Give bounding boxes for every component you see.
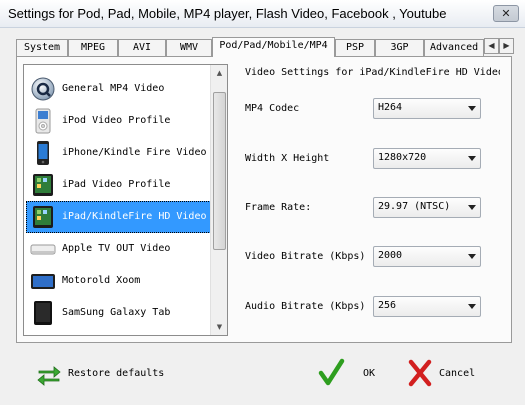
tab-system[interactable]: System	[16, 39, 68, 57]
window-title: Settings for Pod, Pad, Mobile, MP4 playe…	[8, 6, 447, 21]
chevron-right-icon: ▶	[503, 41, 510, 50]
audio-bitrate-label: Audio Bitrate (Kbps)	[245, 301, 366, 312]
chevron-down-icon	[468, 205, 476, 210]
tab-label: System	[23, 42, 61, 53]
title-bar: Settings for Pod, Pad, Mobile, MP4 playe…	[0, 0, 525, 28]
list-item-iphone-kindle-fire[interactable]: iPhone/Kindle Fire Video	[26, 137, 211, 169]
checkmark-icon	[318, 358, 346, 388]
chevron-down-icon	[468, 106, 476, 111]
tab-label: 3GP	[390, 42, 409, 53]
scroll-thumb[interactable]	[213, 92, 226, 250]
close-icon: ✕	[501, 7, 511, 20]
tab-label: Advanced	[430, 42, 479, 53]
tab-label: Pod/Pad/Mobile/MP4	[219, 40, 328, 51]
tab-label: MPEG	[80, 42, 106, 53]
tab-strip: System MPEG AVI WMV Pod/Pad/Mobile/MP4 P…	[16, 37, 500, 57]
restore-arrows-icon	[36, 362, 62, 388]
audio-bitrate-select[interactable]: 256	[373, 296, 481, 317]
tab-psp[interactable]: PSP	[335, 39, 375, 57]
list-item-apple-tv-out[interactable]: Apple TV OUT Video	[26, 233, 211, 265]
cancel-x-icon	[407, 358, 433, 388]
list-item-ipod[interactable]: iPod Video Profile	[26, 105, 211, 137]
list-item-label: iPod Video Profile	[62, 115, 171, 126]
select-value: 1280x720	[378, 152, 427, 163]
tab-3gp[interactable]: 3GP	[375, 39, 424, 57]
mp4-codec-select[interactable]: H264	[373, 98, 481, 119]
tab-wmv[interactable]: WMV	[166, 39, 212, 57]
tab-advanced[interactable]: Advanced	[424, 39, 484, 57]
width-height-label: Width X Height	[245, 153, 330, 164]
frame-rate-select[interactable]: 29.97 (NTSC)	[373, 197, 481, 218]
chevron-down-icon	[468, 304, 476, 309]
mp4-codec-label: MP4 Codec	[245, 103, 300, 114]
tab-label: WMV	[179, 42, 199, 53]
chevron-up-icon: ▲	[216, 69, 223, 77]
tab-avi[interactable]: AVI	[118, 39, 166, 57]
galaxy-tab-icon	[30, 300, 56, 326]
list-item-label: Motorold Xoom	[62, 275, 141, 286]
tab-scroll-left-button[interactable]: ◀	[484, 38, 499, 54]
chevron-down-icon	[468, 156, 476, 161]
tab-label: PSP	[345, 42, 365, 53]
list-item-label: Apple TV OUT Video	[62, 243, 171, 254]
ipod-icon	[30, 108, 56, 134]
width-height-select[interactable]: 1280x720	[373, 148, 481, 169]
ok-label: OK	[363, 368, 376, 379]
scroll-down-button[interactable]: ▼	[212, 319, 227, 335]
list-scrollbar[interactable]: ▲ ▼	[210, 65, 227, 335]
cancel-label: Cancel	[439, 368, 476, 379]
list-item-label: iPad Video Profile	[62, 179, 171, 190]
list-item-general-mp4[interactable]: General MP4 Video	[26, 73, 211, 105]
cancel-button[interactable]: Cancel	[405, 356, 490, 390]
ok-button[interactable]: OK	[316, 356, 386, 390]
tab-label: AVI	[132, 42, 152, 53]
select-value: H264	[378, 102, 403, 113]
ipad-icon	[30, 204, 56, 230]
scroll-up-button[interactable]: ▲	[212, 65, 227, 81]
iphone-icon	[30, 140, 56, 166]
frame-rate-label: Frame Rate:	[245, 202, 312, 213]
restore-defaults-button[interactable]: Restore defaults	[36, 358, 176, 392]
settings-title: Video Settings for iPad/KindleFire HD Vi…	[245, 67, 500, 78]
tab-pod-pad-mobile-mp4[interactable]: Pod/Pad/Mobile/MP4	[212, 37, 335, 57]
profile-list[interactable]: General MP4 Video iPod Video Profile iPh…	[23, 64, 228, 336]
tab-mpeg[interactable]: MPEG	[68, 39, 118, 57]
select-value: 2000	[378, 250, 403, 261]
list-item-motorola-xoom[interactable]: Motorold Xoom	[26, 265, 211, 297]
chevron-down-icon	[468, 254, 476, 259]
list-item-ipad-kindlefire-hd[interactable]: iPad/KindleFire HD Video	[26, 201, 211, 233]
list-item-label: General MP4 Video	[62, 83, 165, 94]
list-item-label: SamSung Galaxy Tab	[62, 307, 171, 318]
chevron-down-icon: ▼	[216, 323, 223, 331]
ipad-icon	[30, 172, 56, 198]
chevron-left-icon: ◀	[488, 41, 495, 50]
apple-tv-icon	[30, 236, 56, 262]
close-button[interactable]: ✕	[493, 5, 519, 22]
select-value: 29.97 (NTSC)	[378, 201, 451, 212]
restore-defaults-label: Restore defaults	[68, 368, 165, 379]
list-item-label: iPhone/Kindle Fire Video	[62, 147, 207, 158]
video-bitrate-select[interactable]: 2000	[373, 246, 481, 267]
video-bitrate-label: Video Bitrate (Kbps)	[245, 251, 366, 262]
list-item-samsung-galaxy-tab[interactable]: SamSung Galaxy Tab	[26, 297, 211, 329]
tablet-icon	[30, 268, 56, 294]
list-item-label: iPad/KindleFire HD Video	[62, 211, 207, 222]
tab-scroll-right-button[interactable]: ▶	[499, 38, 514, 54]
list-item-ipad[interactable]: iPad Video Profile	[26, 169, 211, 201]
select-value: 256	[378, 300, 397, 311]
quicktime-icon	[30, 76, 56, 102]
